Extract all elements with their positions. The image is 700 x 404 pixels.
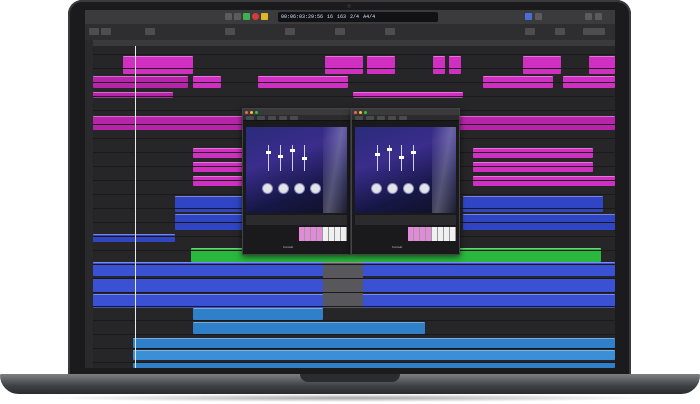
tool-b[interactable] bbox=[225, 28, 235, 35]
knob-icon[interactable] bbox=[262, 183, 273, 194]
midi-region[interactable] bbox=[353, 92, 463, 98]
tool-e[interactable] bbox=[385, 28, 395, 35]
plugin-toolbar bbox=[243, 115, 350, 121]
camera-icon bbox=[347, 4, 351, 8]
midi-region[interactable] bbox=[433, 56, 445, 74]
knob-icon[interactable] bbox=[310, 183, 321, 194]
track-lane-divider bbox=[93, 278, 615, 279]
midi-region[interactable] bbox=[473, 176, 615, 186]
lcd-tempo: 163 bbox=[337, 14, 347, 20]
close-icon[interactable] bbox=[245, 110, 248, 114]
cycle-icon[interactable] bbox=[261, 13, 268, 20]
inspector-button[interactable] bbox=[101, 28, 111, 35]
browser-button[interactable] bbox=[595, 13, 602, 20]
tool-c[interactable] bbox=[285, 28, 295, 35]
plugin-window-left[interactable]: Kontakt bbox=[242, 108, 351, 255]
audio-region[interactable] bbox=[133, 338, 615, 348]
track-lane-divider bbox=[93, 306, 615, 307]
midi-region[interactable] bbox=[93, 92, 173, 98]
audio-region[interactable] bbox=[193, 308, 323, 320]
track-lane-divider bbox=[93, 68, 615, 69]
tool-a[interactable] bbox=[145, 28, 155, 35]
play-icon[interactable] bbox=[243, 13, 250, 20]
midi-region[interactable] bbox=[589, 56, 615, 74]
tuner-button[interactable] bbox=[525, 13, 532, 20]
plugin-window-right[interactable]: Kontakt bbox=[351, 108, 460, 255]
midi-region[interactable] bbox=[473, 148, 593, 158]
lcd-display[interactable]: 00:06:03:29:56 16 163 2/4 A4/4 bbox=[278, 12, 438, 22]
midi-region[interactable] bbox=[473, 162, 593, 172]
playhead[interactable] bbox=[135, 46, 136, 368]
midi-region[interactable] bbox=[175, 196, 250, 212]
track-lane-divider bbox=[93, 264, 615, 265]
instrument-panel bbox=[355, 127, 456, 213]
track-lane-divider bbox=[93, 362, 615, 363]
midi-region[interactable] bbox=[123, 56, 193, 74]
knob-icon[interactable] bbox=[419, 183, 430, 194]
track-lane-divider bbox=[93, 82, 615, 83]
control-bar: 00:06:03:29:56 16 163 2/4 A4/4 bbox=[85, 10, 615, 25]
tool-f[interactable] bbox=[525, 28, 535, 35]
instrument-panel bbox=[246, 127, 347, 213]
knob-icon[interactable] bbox=[403, 183, 414, 194]
editors-button[interactable] bbox=[585, 13, 592, 20]
tool-d[interactable] bbox=[335, 28, 345, 35]
knob-icon[interactable] bbox=[387, 183, 398, 194]
knob-icon[interactable] bbox=[371, 183, 382, 194]
tool-g[interactable] bbox=[555, 28, 565, 35]
snap-menu[interactable] bbox=[583, 28, 605, 35]
track-lane-divider bbox=[93, 292, 615, 293]
midi-region[interactable] bbox=[463, 196, 603, 212]
track-lane-divider bbox=[93, 334, 615, 335]
minimize-icon[interactable] bbox=[359, 110, 362, 114]
forward-icon[interactable] bbox=[234, 13, 241, 20]
laptop-shadow bbox=[40, 394, 660, 402]
audio-region[interactable] bbox=[193, 322, 425, 334]
plugin-brand: Kontakt bbox=[283, 245, 294, 249]
minimize-icon[interactable] bbox=[250, 110, 253, 114]
midi-region[interactable] bbox=[193, 162, 243, 172]
plugin-toolbar bbox=[352, 115, 459, 121]
zoom-icon[interactable] bbox=[255, 110, 258, 114]
lcd-position: 00:06:03:29:56 bbox=[281, 14, 324, 20]
close-icon[interactable] bbox=[354, 110, 357, 114]
midi-region[interactable] bbox=[449, 56, 461, 74]
lcd-signature: 2/4 bbox=[350, 14, 360, 20]
knob-icon[interactable] bbox=[294, 183, 305, 194]
library-button[interactable] bbox=[89, 28, 99, 35]
knob-icon[interactable] bbox=[278, 183, 289, 194]
lcd-bars: 16 bbox=[327, 14, 334, 20]
toolbar bbox=[85, 24, 615, 41]
midi-region[interactable] bbox=[523, 56, 561, 74]
track-lane-divider bbox=[93, 54, 615, 55]
audio-region[interactable] bbox=[133, 350, 615, 360]
midi-region[interactable] bbox=[193, 176, 243, 186]
plugin-brand: Kontakt bbox=[392, 245, 403, 249]
midi-region[interactable] bbox=[325, 56, 363, 74]
track-lane-divider bbox=[93, 320, 615, 321]
midi-region[interactable] bbox=[367, 56, 395, 74]
metronome-icon[interactable] bbox=[535, 13, 542, 20]
zoom-icon[interactable] bbox=[364, 110, 367, 114]
track-lane-divider bbox=[93, 348, 615, 349]
daw-screen: 00:06:03:29:56 16 163 2/4 A4/4 Kontakt K… bbox=[85, 10, 615, 368]
midi-region[interactable] bbox=[193, 148, 243, 158]
piano-keyboard[interactable] bbox=[299, 227, 347, 241]
midi-region[interactable] bbox=[323, 262, 363, 308]
track-lane-divider bbox=[93, 96, 615, 97]
record-icon[interactable] bbox=[252, 13, 259, 20]
laptop-notch bbox=[300, 374, 400, 382]
piano-keyboard[interactable] bbox=[408, 227, 456, 241]
lcd-key: A4/4 bbox=[363, 14, 376, 20]
rewind-icon[interactable] bbox=[225, 13, 232, 20]
